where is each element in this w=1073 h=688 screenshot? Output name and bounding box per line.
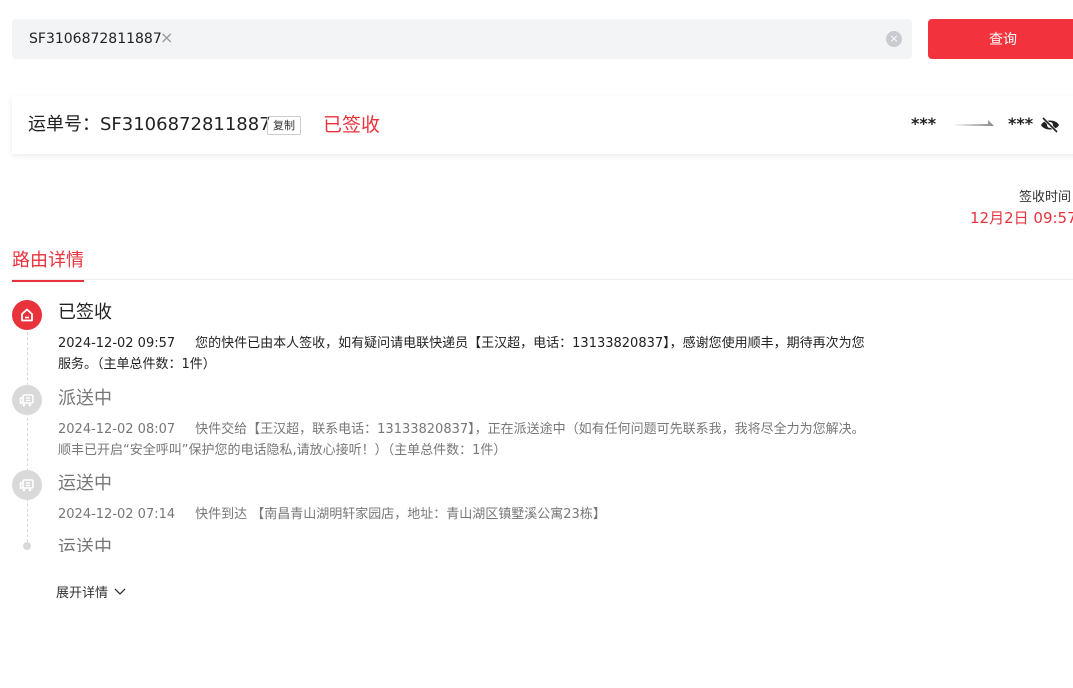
- waybill-card: 运单号：SF3106872811887 复制 已签收 *** ***: [12, 96, 1073, 154]
- delivery-truck-icon: [12, 470, 42, 500]
- expand-label: 展开详情: [56, 586, 109, 601]
- copy-button[interactable]: 复制: [267, 116, 301, 135]
- timeline-time: 2024-12-02 08:07: [58, 422, 176, 437]
- timeline-text: 顺丰已开启“安全呼叫”保护您的电话隐私,请放心接听！）（主单总件数：1件）: [58, 443, 507, 458]
- timeline-title: 运送中: [58, 473, 112, 494]
- timeline-text: 服务。（主单总件数：1件）: [58, 357, 216, 372]
- route-destination: ***: [1008, 114, 1034, 133]
- chevron-down-icon: [114, 588, 126, 595]
- query-button[interactable]: 查询: [928, 19, 1073, 59]
- timeline-time: 2024-12-02 09:57: [58, 336, 176, 351]
- home-icon: [12, 300, 42, 330]
- timeline-detail: 2024-12-02 08:07 快件交给【王汉超，联系电话：1313382083…: [58, 419, 928, 461]
- sign-time-value: 12月2日 09:57: [970, 209, 1073, 227]
- timeline-title: 派送中: [58, 388, 112, 409]
- delivery-truck-icon: [12, 385, 42, 415]
- route-origin: ***: [911, 114, 937, 133]
- timeline-clip: 运送中: [0, 536, 300, 552]
- status-badge: 已签收: [323, 114, 381, 136]
- search-bar[interactable]: SF3106872811887 × ×: [12, 19, 912, 59]
- timeline-text: 快件到达 【南昌青山湖明轩家园店，地址：青山湖区镇墅溪公寓23栋】: [195, 507, 606, 522]
- search-tag: SF3106872811887: [29, 31, 162, 47]
- timeline-line: [27, 322, 28, 542]
- tag-close-icon[interactable]: ×: [160, 28, 173, 48]
- timeline-title: 已签收: [58, 302, 112, 323]
- timeline-text: 快件交给【王汉超，联系电话：13133820837】，正在派送途中（如有任何问题…: [195, 422, 865, 437]
- eye-off-icon[interactable]: [1040, 116, 1060, 134]
- clear-search-icon[interactable]: ×: [886, 31, 902, 47]
- tab-divider: [12, 279, 1073, 280]
- waybill-number: 运单号：SF3106872811887: [28, 114, 271, 135]
- timeline-detail: 2024-12-02 09:57 您的快件已由本人签收，如有疑问请电联快递员【王汉…: [58, 333, 928, 375]
- tab-route-details[interactable]: 路由详情: [12, 246, 84, 282]
- sign-time-label: 签收时间: [1019, 190, 1072, 205]
- timeline-text: 您的快件已由本人签收，如有疑问请电联快递员【王汉超，电话：13133820837…: [195, 336, 865, 351]
- timeline-detail: 2024-12-02 07:14 快件到达 【南昌青山湖明轩家园店，地址：青山湖区…: [58, 504, 928, 525]
- timeline-time: 2024-12-02 07:14: [58, 507, 176, 522]
- expand-details-link[interactable]: 展开详情: [56, 582, 126, 601]
- timeline-title: 运送中: [58, 537, 112, 552]
- route-arrow-icon: [952, 120, 994, 126]
